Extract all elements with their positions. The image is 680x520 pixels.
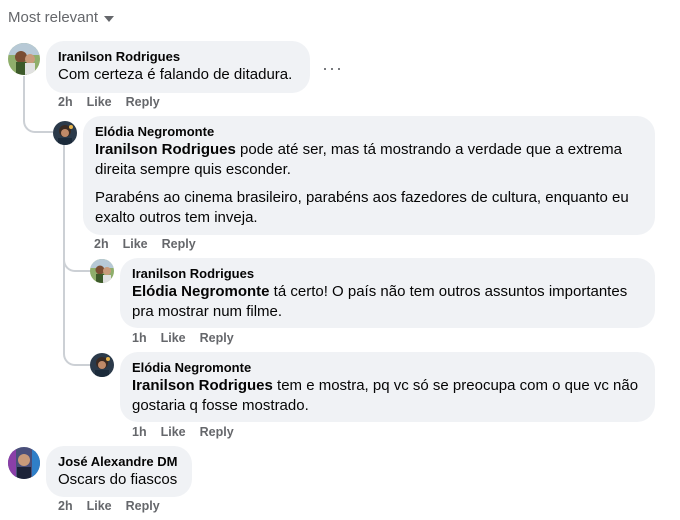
avatar[interactable] bbox=[53, 121, 77, 145]
caret-down-icon bbox=[104, 16, 115, 22]
mention-link[interactable]: Iranilson Rodrigues bbox=[132, 377, 273, 394]
comment-text: Oscars do fiascos bbox=[58, 471, 178, 488]
comment-author[interactable]: Iranilson Rodrigues bbox=[58, 48, 298, 65]
comment-time[interactable]: 2h bbox=[94, 237, 109, 251]
avatar[interactable] bbox=[8, 43, 40, 75]
comment-time[interactable]: 2h bbox=[58, 95, 73, 109]
comment-author[interactable]: Elódia Negromonte bbox=[132, 359, 643, 376]
comment-time[interactable]: 1h bbox=[132, 425, 147, 439]
comment-author[interactable]: Elódia Negromonte bbox=[95, 123, 643, 140]
like-button[interactable]: Like bbox=[161, 425, 186, 439]
sort-label: Most relevant bbox=[8, 9, 99, 26]
comment-text: Parabéns ao cinema brasileiro, parabéns … bbox=[95, 189, 629, 226]
comment-author[interactable]: Iranilson Rodrigues bbox=[132, 265, 643, 282]
comment-bubble: Elódia Negromonte Iranilson Rodrigues te… bbox=[120, 352, 655, 422]
comment-author[interactable]: José Alexandre DM bbox=[58, 453, 180, 470]
like-button[interactable]: Like bbox=[123, 237, 148, 251]
reply-button[interactable]: Reply bbox=[126, 95, 160, 109]
like-button[interactable]: Like bbox=[87, 95, 112, 109]
avatar[interactable] bbox=[90, 259, 114, 283]
comment-bubble: Iranilson Rodrigues Com certeza é faland… bbox=[46, 41, 310, 93]
reply-button[interactable]: Reply bbox=[200, 331, 234, 345]
comment-text: Com certeza é falando de ditadura. bbox=[58, 66, 293, 83]
comment-time[interactable]: 1h bbox=[132, 331, 147, 345]
avatar[interactable] bbox=[90, 353, 114, 377]
like-button[interactable]: Like bbox=[87, 499, 112, 513]
reply-button[interactable]: Reply bbox=[162, 237, 196, 251]
like-button[interactable]: Like bbox=[161, 331, 186, 345]
comment-bubble: José Alexandre DM Oscars do fiascos bbox=[46, 446, 192, 497]
mention-link[interactable]: Iranilson Rodrigues bbox=[95, 141, 236, 158]
comment-bubble: Elódia Negromonte Iranilson Rodrigues po… bbox=[83, 116, 655, 235]
comment-bubble: Iranilson Rodrigues Elódia Negromonte tá… bbox=[120, 258, 655, 328]
avatar[interactable] bbox=[8, 447, 40, 479]
sort-dropdown[interactable]: Most relevant bbox=[8, 9, 115, 26]
reply-button[interactable]: Reply bbox=[126, 499, 160, 513]
more-options-icon[interactable]: ··· bbox=[322, 58, 343, 79]
reply-button[interactable]: Reply bbox=[200, 425, 234, 439]
thread-line bbox=[63, 260, 91, 366]
comment-time[interactable]: 2h bbox=[58, 499, 73, 513]
mention-link[interactable]: Elódia Negromonte bbox=[132, 283, 270, 300]
